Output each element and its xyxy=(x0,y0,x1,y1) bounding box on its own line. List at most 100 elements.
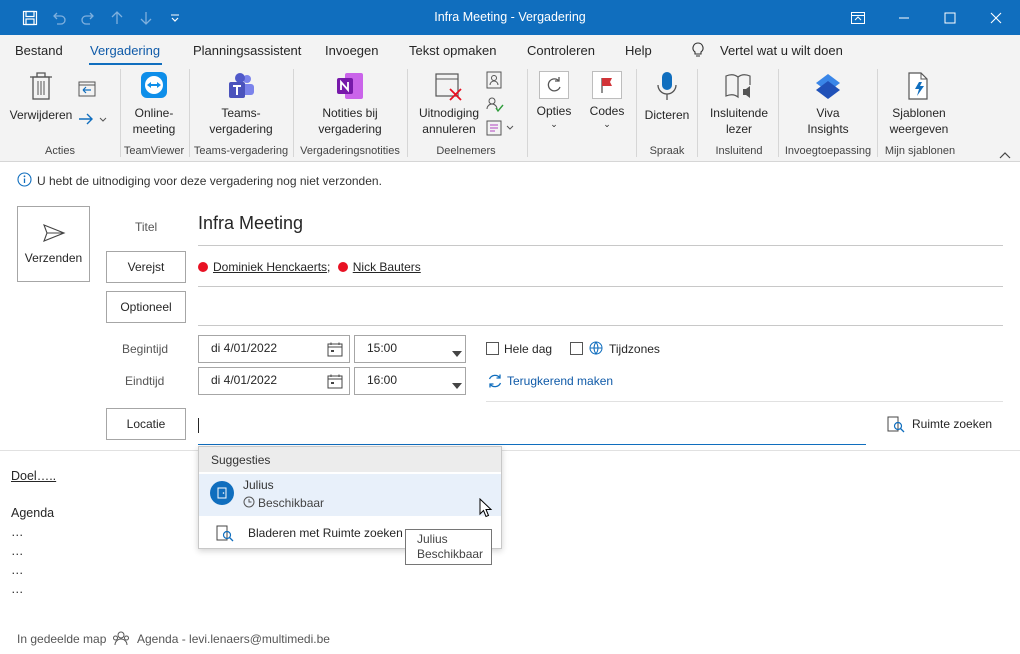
start-date-field[interactable]: di 4/01/2022 xyxy=(198,335,350,363)
group-immersive: Insluitend xyxy=(715,145,763,157)
immersive-reader-icon xyxy=(725,74,751,99)
tab-help[interactable]: Help xyxy=(625,43,652,58)
end-time-field[interactable]: 16:00 xyxy=(354,367,466,395)
group-attendees: Deelnemers xyxy=(436,145,496,157)
ribbon-tabs: Bestand Vergadering Planningsassistent I… xyxy=(0,35,1020,66)
optional-underline xyxy=(198,325,1003,326)
teamviewer-icon xyxy=(141,72,167,98)
start-date-value: di 4/01/2022 xyxy=(211,341,278,355)
group-teamviewer: TeamViewer xyxy=(123,145,185,157)
timezones-checkbox[interactable] xyxy=(570,342,583,355)
suggestions-header-label: Suggesties xyxy=(211,453,271,467)
location-button[interactable]: Locatie xyxy=(106,408,186,440)
availability-dot xyxy=(198,262,208,272)
maximize-button[interactable] xyxy=(927,0,973,35)
viva-insights-button[interactable]: Viva Insights xyxy=(795,71,861,137)
ribbon-display-options-icon[interactable] xyxy=(835,0,881,35)
attendee-name[interactable]: Dominiek Henckaerts xyxy=(213,260,327,274)
immersive-reader-button[interactable]: Insluitende lezer xyxy=(703,71,775,137)
message-body[interactable]: Doel….. Agenda … … … … xyxy=(11,469,56,601)
templates-button[interactable]: Sjablonen weergeven xyxy=(886,71,952,137)
calendar-forward-icon[interactable] xyxy=(78,80,96,101)
dictate-button[interactable]: Dicteren xyxy=(640,71,694,123)
attendee-name[interactable]: Nick Bauters xyxy=(353,260,421,274)
address-book-icon[interactable] xyxy=(486,71,502,92)
optional-button[interactable]: Optioneel xyxy=(106,291,186,323)
tab-planningsassistent[interactable]: Planningsassistent xyxy=(193,43,301,58)
suggestions-header: Suggesties xyxy=(199,447,501,472)
end-date-value: di 4/01/2022 xyxy=(211,373,278,387)
body-divider xyxy=(0,450,1020,451)
group-teams: Teams-vergadering xyxy=(193,145,289,157)
calendar-icon[interactable] xyxy=(327,342,343,360)
online-meeting-label-1: Online- xyxy=(134,106,174,120)
delete-label: Verwijderen xyxy=(9,108,73,122)
meeting-notes-button[interactable]: Notities bij vergadering xyxy=(308,71,392,137)
cancel-label-1: Uitnodiging xyxy=(418,106,480,120)
group-speech: Spraak xyxy=(649,145,685,157)
calendar-icon[interactable] xyxy=(327,374,343,392)
title-input[interactable]: Infra Meeting xyxy=(198,213,303,234)
teams-label-2: vergadering xyxy=(209,122,273,136)
body-line: … xyxy=(11,582,24,596)
close-button[interactable] xyxy=(973,0,1019,35)
check-names-icon[interactable] xyxy=(486,96,504,117)
start-time-field[interactable]: 15:00 xyxy=(354,335,466,363)
tab-vergadering[interactable]: Vergadering xyxy=(90,43,160,58)
mouse-cursor-icon xyxy=(479,497,493,521)
cancel-invitation-button[interactable]: Uitnodiging annuleren xyxy=(413,71,485,137)
online-meeting-button[interactable]: Online- meeting xyxy=(121,71,187,137)
browse-label: Bladeren met Ruimte zoeken xyxy=(248,526,403,540)
title-label: Titel xyxy=(135,220,158,234)
suggestion-item-julius[interactable]: Julius Beschikbaar xyxy=(199,474,501,516)
all-day-checkbox[interactable] xyxy=(486,342,499,355)
viva-insights-icon xyxy=(816,74,840,99)
tags-button[interactable]: Codes ⌄ xyxy=(587,71,627,129)
globe-icon xyxy=(589,341,603,358)
status-bar: In gedeelde map Agenda - levi.lenaers@mu… xyxy=(0,628,1020,654)
room-finder-button[interactable]: Ruimte zoeken xyxy=(912,417,992,431)
notes-label-2: vergadering xyxy=(318,122,382,136)
body-line: … xyxy=(11,544,24,558)
dropdown-arrow-icon[interactable] xyxy=(452,378,462,392)
shared-people-icon xyxy=(112,630,130,649)
ribbon-divider xyxy=(697,69,698,157)
refresh-icon xyxy=(547,77,561,92)
tab-tekst-opmaken[interactable]: Tekst opmaken xyxy=(409,43,496,58)
minimize-button[interactable] xyxy=(881,0,927,35)
body-line xyxy=(11,488,56,506)
teams-meeting-button[interactable]: Teams- vergadering xyxy=(198,71,284,137)
tab-invoegen[interactable]: Invoegen xyxy=(325,43,379,58)
tab-controleren[interactable]: Controleren xyxy=(527,43,595,58)
forward-arrow-icon[interactable] xyxy=(78,111,108,130)
make-recurring-link[interactable]: Terugkerend maken xyxy=(507,374,613,388)
teams-label-1: Teams- xyxy=(221,106,261,120)
group-acties: Acties xyxy=(45,145,75,157)
separator: ; xyxy=(327,260,331,274)
location-input[interactable] xyxy=(198,444,866,445)
info-icon xyxy=(17,172,32,190)
tell-me-search[interactable]: Vertel wat u wilt doen xyxy=(720,43,843,58)
room-finder-icon xyxy=(216,525,234,545)
dropdown-arrow-icon[interactable] xyxy=(452,346,462,360)
tooltip-line: Julius xyxy=(417,532,448,546)
trash-icon xyxy=(30,72,52,100)
required-attendees[interactable]: Dominiek Henckaerts; Nick Bauters xyxy=(198,260,421,274)
tab-bestand[interactable]: Bestand xyxy=(15,43,63,58)
required-button[interactable]: Verejst xyxy=(106,251,186,283)
send-button[interactable]: Verzenden xyxy=(17,206,90,282)
start-time-value: 15:00 xyxy=(367,341,398,355)
body-line: Agenda xyxy=(11,506,55,520)
response-options-icon[interactable] xyxy=(486,120,516,139)
end-date-field[interactable]: di 4/01/2022 xyxy=(198,367,350,395)
collapse-ribbon-icon[interactable] xyxy=(999,148,1011,162)
tooltip-line: Beschikbaar xyxy=(417,547,484,561)
teams-icon xyxy=(229,73,254,98)
ribbon-divider xyxy=(527,69,528,157)
body-line: Doel….. xyxy=(11,469,57,483)
reader-label-2: lezer xyxy=(725,122,752,136)
delete-button[interactable]: Verwijderen xyxy=(8,71,74,123)
send-label: Verzenden xyxy=(24,251,83,265)
options-button[interactable]: Opties ⌄ xyxy=(535,71,573,129)
ribbon-divider xyxy=(778,69,779,157)
